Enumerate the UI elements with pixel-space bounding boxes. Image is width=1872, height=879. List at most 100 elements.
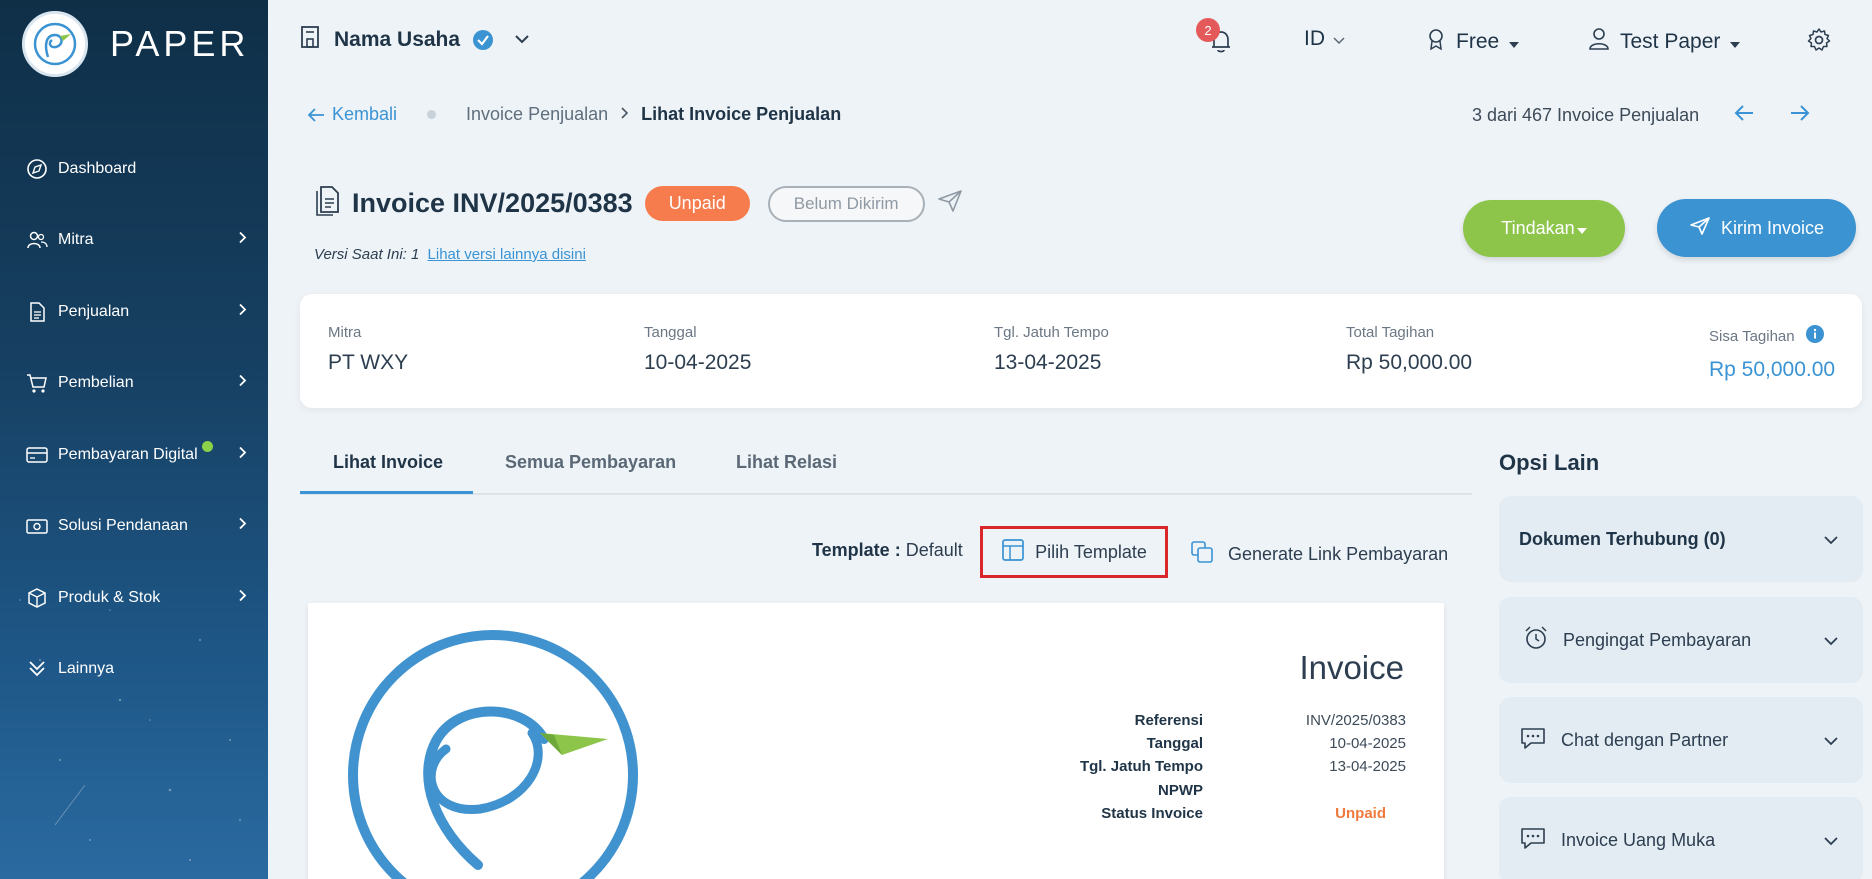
settings-button[interactable] [1806, 27, 1832, 58]
previous-record-button[interactable] [1733, 104, 1755, 127]
caret-down-icon [1730, 30, 1741, 54]
accordion-label: Invoice Uang Muka [1561, 829, 1716, 850]
sidebar-item-label: Penjualan [58, 302, 130, 320]
business-selector[interactable]: Nama Usaha [298, 24, 530, 55]
sidebar-item-dashboard[interactable]: Dashboard [0, 133, 268, 205]
breadcrumb-parent[interactable]: Invoice Penjualan [466, 104, 608, 125]
summary-label: Tanggal [644, 324, 697, 341]
actions-button[interactable]: Tindakan [1463, 200, 1625, 257]
compass-icon [24, 156, 50, 182]
top-header: Nama Usaha 2 ID Free Test Paper [268, 0, 1872, 84]
invoice-title-row: Invoice INV/2025/0383 Unpaid Belum Dikir… [312, 184, 963, 223]
message-icon [1519, 826, 1547, 855]
summary-value: 10-04-2025 [644, 351, 752, 374]
accordion-label-wrap: Pengingat Pembayaran [1499, 625, 1823, 656]
chevron-down-icon [1823, 830, 1847, 851]
chevron-down-icon [1333, 27, 1345, 51]
paper-logo-icon [22, 11, 88, 77]
accordion-down-payment-invoice[interactable]: Invoice Uang Muka [1499, 797, 1863, 879]
new-indicator-dot [201, 441, 213, 453]
sidebar-item-label: Produk & Stok [58, 588, 161, 606]
user-menu[interactable]: Test Paper [1588, 27, 1741, 57]
preview-key: Tanggal [1146, 735, 1203, 753]
chevron-down-icon[interactable] [514, 31, 530, 49]
invoice-document-icon [312, 184, 342, 223]
accordion-linked-documents[interactable]: Dokumen Terhubung (0) [1499, 496, 1863, 582]
summary-label: Sisa Tagihan [1709, 327, 1795, 345]
preview-status-value: Unpaid [1335, 804, 1386, 822]
chevron-right-icon [238, 374, 248, 393]
template-label: Template : [812, 540, 901, 560]
generate-payment-link-button[interactable]: Generate Link Pembayaran [1190, 540, 1448, 569]
summary-value: 13-04-2025 [994, 351, 1102, 374]
sidebar-item-pembelian[interactable]: Pembelian [0, 348, 268, 420]
preview-heading: Invoice [1299, 649, 1404, 686]
sidebar-item-label: Dashboard [58, 159, 137, 177]
invoice-summary-card: Mitra PT WXY Tanggal 10-04-2025 Tgl. Jat… [300, 294, 1862, 408]
double-chevron-down-icon [24, 656, 50, 682]
preview-row: Tanggal 10-04-2025 [1048, 732, 1406, 755]
summary-value: Rp 50,000.00 [1346, 351, 1473, 374]
info-icon[interactable] [1805, 324, 1825, 348]
accordion-payment-reminder[interactable]: Pengingat Pembayaran [1499, 597, 1863, 683]
gear-icon [1807, 28, 1831, 51]
chevron-right-icon [238, 445, 248, 464]
store-icon [298, 24, 322, 55]
paper-plane-icon [1689, 216, 1711, 241]
sidebar-item-lainnya[interactable]: Lainnya [0, 634, 268, 706]
brand[interactable]: PAPER [22, 11, 249, 77]
card-icon [24, 442, 50, 468]
send-paper-plane-icon[interactable] [937, 189, 963, 218]
invoice-tabs: Lihat Invoice Semua Pembayaran Lihat Rel… [300, 444, 1472, 495]
sidebar-nav: Dashboard Mitra Penjualan Pembelian Pemb… [0, 133, 268, 705]
other-versions-link[interactable]: Lihat versi lainnya disini [428, 246, 586, 263]
chevron-right-icon [620, 104, 629, 125]
alarm-clock-icon [1523, 625, 1549, 656]
sidebar-item-label: Pembelian [58, 374, 134, 392]
money-icon [24, 513, 50, 539]
invoice-title: Invoice INV/2025/0383 [352, 188, 633, 218]
arrow-left-icon [307, 107, 324, 122]
arrow-left-icon [1734, 105, 1754, 121]
chevron-right-icon [238, 302, 248, 321]
pick-template-button[interactable]: Pilih Template [980, 526, 1168, 578]
next-record-button[interactable] [1789, 104, 1811, 127]
version-text: Versi Saat Ini: 1 [314, 246, 420, 263]
tab-semua-pembayaran[interactable]: Semua Pembayaran [505, 452, 676, 473]
summary-total: Total Tagihan Rp 50,000.00 [1346, 324, 1472, 375]
tab-lihat-invoice[interactable]: Lihat Invoice [333, 452, 443, 473]
active-tab-indicator [300, 491, 473, 494]
sidebar-item-solusi-pendanaan[interactable]: Solusi Pendanaan [0, 491, 268, 563]
award-icon [1426, 27, 1446, 57]
document-icon [24, 299, 50, 325]
sidebar: PAPER Dashboard Mitra Penjualan Pembelia… [0, 0, 268, 879]
summary-date: Tanggal 10-04-2025 [644, 324, 751, 375]
sidebar-item-mitra[interactable]: Mitra [0, 205, 268, 277]
plan-selector[interactable]: Free [1426, 27, 1520, 57]
language-selector[interactable]: ID [1304, 27, 1345, 51]
box-icon [24, 585, 50, 611]
preview-key: Tgl. Jatuh Tempo [1079, 758, 1203, 776]
cart-icon [24, 370, 50, 396]
accordion-label: Pengingat Pembayaran [1563, 629, 1752, 650]
tab-lihat-relasi[interactable]: Lihat Relasi [736, 452, 837, 473]
sidebar-item-pembayaran-digital[interactable]: Pembayaran Digital [0, 419, 268, 491]
brand-name: PAPER [110, 23, 250, 64]
verified-badge-icon [472, 29, 494, 51]
send-invoice-button[interactable]: Kirim Invoice [1657, 199, 1856, 257]
notification-button[interactable]: 2 [1196, 18, 1236, 58]
chat-bubble-icon [1519, 726, 1547, 755]
breadcrumb-separator [427, 110, 437, 119]
preview-value: INV/2025/0383 [1305, 712, 1406, 730]
sidebar-item-penjualan[interactable]: Penjualan [0, 276, 268, 348]
sidebar-item-produk-stok[interactable]: Produk & Stok [0, 562, 268, 634]
breadcrumb: Kembali Invoice Penjualan Lihat Invoice … [306, 104, 841, 125]
send-status-badge: Belum Dikirim [767, 185, 925, 222]
accordion-chat-partner[interactable]: Chat dengan Partner [1499, 697, 1863, 783]
preview-row: Tgl. Jatuh Tempo 13-04-2025 [1048, 755, 1406, 778]
summary-remaining: Sisa Tagihan Rp 50,000.00 [1709, 324, 1835, 382]
language-label: ID [1304, 27, 1325, 50]
preview-key: NPWP [1158, 781, 1203, 799]
back-link[interactable]: Kembali [306, 104, 397, 125]
plan-label: Free [1456, 30, 1500, 53]
